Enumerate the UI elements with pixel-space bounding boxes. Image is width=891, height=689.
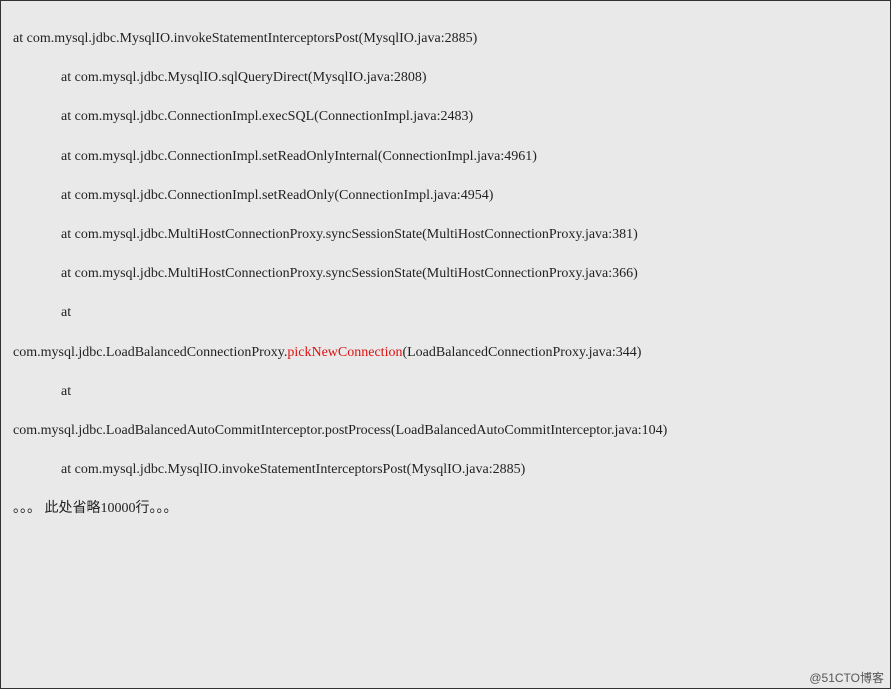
stacktrace-ellipsis: 。。。 此处省略10000行。。。 xyxy=(13,489,878,528)
stacktrace-line-9-suffix: (LoadBalancedConnectionProxy.java:344) xyxy=(402,345,641,360)
stacktrace-line-3: at com.mysql.jdbc.ConnectionImpl.execSQL… xyxy=(13,97,878,136)
stacktrace-line-10-at: at xyxy=(13,372,878,411)
stacktrace-line-8-at: at xyxy=(13,293,878,332)
stacktrace-line-4: at com.mysql.jdbc.ConnectionImpl.setRead… xyxy=(13,137,878,176)
stacktrace-line-9: com.mysql.jdbc.LoadBalancedConnectionPro… xyxy=(13,333,878,372)
stacktrace-line-5: at com.mysql.jdbc.ConnectionImpl.setRead… xyxy=(13,176,878,215)
stacktrace-line-1: at com.mysql.jdbc.MysqlIO.invokeStatemen… xyxy=(13,19,878,58)
stacktrace-line-12: at com.mysql.jdbc.MysqlIO.invokeStatemen… xyxy=(13,450,878,489)
stacktrace-line-9-prefix: com.mysql.jdbc.LoadBalancedConnectionPro… xyxy=(13,345,287,360)
stacktrace-line-9-highlight: pickNewConnection xyxy=(287,345,402,360)
stacktrace-line-6: at com.mysql.jdbc.MultiHostConnectionPro… xyxy=(13,215,878,254)
stacktrace-line-11: com.mysql.jdbc.LoadBalancedAutoCommitInt… xyxy=(13,411,878,450)
stacktrace-line-2: at com.mysql.jdbc.MysqlIO.sqlQueryDirect… xyxy=(13,58,878,97)
stacktrace-line-7: at com.mysql.jdbc.MultiHostConnectionPro… xyxy=(13,254,878,293)
watermark-text: @51CTO博客 xyxy=(809,672,884,684)
